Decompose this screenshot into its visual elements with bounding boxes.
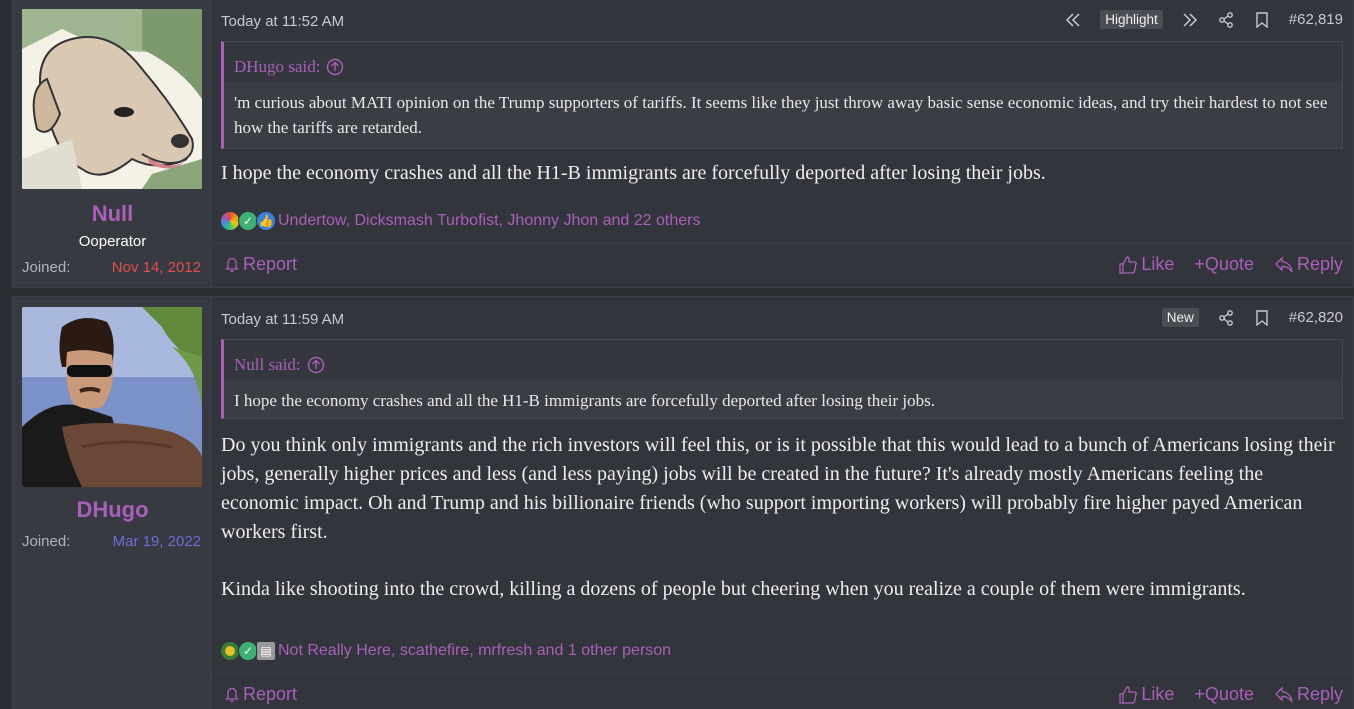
thumbs-up-reaction-icon: 👍: [256, 211, 276, 231]
like-label: Like: [1141, 684, 1175, 704]
reactions-bar[interactable]: ✓ 👍 Undertow, Dicksmash Turbofist, Jhonn…: [220, 211, 700, 231]
quote-block: Null said: I hope the economy crashes an…: [221, 339, 1343, 419]
newspaper-reaction-icon: ▤: [256, 641, 276, 661]
medal-reaction-icon: [220, 641, 240, 661]
post-tools: Highlight #62,819: [1064, 10, 1343, 29]
quote-label: +Quote: [1194, 684, 1254, 704]
post-timestamp[interactable]: Today at 11:59 AM: [221, 311, 344, 328]
thumbs-up-icon: [1119, 255, 1138, 274]
next-icon[interactable]: [1181, 11, 1199, 29]
quote-button[interactable]: +Quote: [1194, 254, 1254, 275]
reply-button[interactable]: Reply: [1274, 254, 1343, 275]
reaction-icons: ✓ ▤: [220, 641, 276, 661]
check-reaction-icon: ✓: [238, 211, 258, 231]
user-cell: Null Ooperator Joined: Nov 14, 2012: [13, 0, 212, 287]
joined-date: Nov 14, 2012: [111, 259, 201, 276]
post-number[interactable]: #62,820: [1289, 309, 1343, 326]
like-label: Like: [1141, 254, 1175, 274]
message-paragraph: Kinda like shooting into the crowd, kill…: [221, 578, 1246, 600]
post-number[interactable]: #62,819: [1289, 11, 1343, 28]
username[interactable]: DHugo: [13, 497, 212, 523]
joined-label: Joined:: [22, 533, 71, 550]
user-title: Ooperator: [78, 233, 147, 250]
quote-text: 'm curious about MATI opinion on the Tru…: [234, 93, 1328, 137]
reply-label: Reply: [1296, 684, 1343, 704]
share-icon[interactable]: [1217, 309, 1235, 327]
share-icon[interactable]: [1217, 11, 1235, 29]
message-body: I hope the economy crashes and all the H…: [221, 159, 1341, 188]
report-button[interactable]: Report: [224, 254, 297, 275]
quote-text: I hope the economy crashes and all the H…: [234, 391, 936, 410]
reactions-text[interactable]: Not Really Here, scathefire, mrfresh and…: [278, 642, 671, 660]
reactions-bar[interactable]: ✓ ▤ Not Really Here, scathefire, mrfresh…: [220, 641, 671, 661]
bell-icon: [225, 257, 239, 272]
post-main: Today at 11:52 AM Highlight #62,819 DHug…: [212, 0, 1353, 287]
avatar[interactable]: [22, 9, 202, 189]
reply-arrow-icon: [1275, 685, 1293, 702]
arrow-up-circle-icon[interactable]: [326, 58, 344, 76]
like-button[interactable]: Like: [1118, 684, 1174, 705]
reply-button[interactable]: Reply: [1274, 684, 1343, 705]
quote-button[interactable]: +Quote: [1194, 684, 1254, 705]
report-button[interactable]: Report: [224, 684, 297, 705]
message-paragraph: Do you think only immigrants and the ric…: [221, 434, 1335, 543]
quote-header[interactable]: DHugo said:: [224, 42, 1342, 82]
joined-label: Joined:: [22, 259, 71, 276]
post-timestamp[interactable]: Today at 11:52 AM: [221, 13, 344, 30]
quote-author[interactable]: Null said:: [234, 355, 301, 375]
bell-icon: [225, 687, 239, 702]
report-label: Report: [243, 254, 298, 274]
arrow-up-circle-icon[interactable]: [307, 356, 325, 374]
reply-label: Reply: [1296, 254, 1343, 274]
report-label: Report: [243, 684, 298, 704]
rainbow-reaction-icon: [220, 211, 240, 231]
user-cell: DHugo Joined: Mar 19, 2022: [13, 297, 212, 709]
quote-label: +Quote: [1194, 254, 1254, 274]
check-reaction-icon: ✓: [238, 641, 258, 661]
joined-date: Mar 19, 2022: [112, 533, 201, 550]
post-footer: Report Like +Quote Reply: [212, 673, 1353, 709]
highlight-badge[interactable]: Highlight: [1100, 10, 1163, 29]
post-main: Today at 11:59 AM New #62,820 Null said:…: [212, 297, 1353, 709]
post-62819: Null Ooperator Joined: Nov 14, 2012 Toda…: [12, 0, 1354, 288]
footer-actions: Like +Quote Reply: [1118, 254, 1343, 275]
message-body: Do you think only immigrants and the ric…: [221, 431, 1341, 604]
post-footer: Report Like +Quote Reply: [212, 243, 1353, 285]
bookmark-icon[interactable]: [1253, 309, 1271, 327]
footer-actions: Like +Quote Reply: [1118, 684, 1343, 705]
username[interactable]: Null: [13, 201, 212, 227]
post-62820: DHugo Joined: Mar 19, 2022 Today at 11:5…: [12, 296, 1354, 709]
thumbs-up-icon: [1119, 685, 1138, 704]
reactions-text[interactable]: Undertow, Dicksmash Turbofist, Jhonny Jh…: [278, 212, 700, 230]
first-unread-icon[interactable]: [1064, 11, 1082, 29]
new-badge: New: [1161, 308, 1199, 327]
quote-header[interactable]: Null said:: [224, 340, 1342, 380]
reply-arrow-icon: [1275, 255, 1293, 272]
bookmark-icon[interactable]: [1253, 11, 1271, 29]
quote-block: DHugo said: 'm curious about MATI opinio…: [221, 41, 1343, 149]
avatar[interactable]: [22, 307, 202, 487]
reaction-icons: ✓ 👍: [220, 211, 276, 231]
like-button[interactable]: Like: [1118, 254, 1174, 275]
message-paragraph: I hope the economy crashes and all the H…: [221, 162, 1046, 184]
post-tools: New #62,820: [1161, 308, 1343, 327]
quote-author[interactable]: DHugo said:: [234, 57, 320, 77]
